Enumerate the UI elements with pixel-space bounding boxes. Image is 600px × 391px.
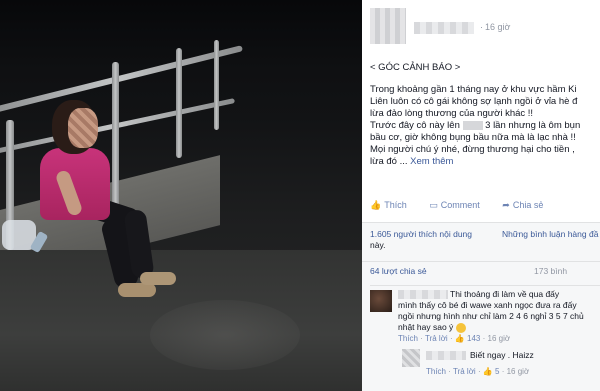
post-line: Trong khoảng gần 1 tháng nay ở khu vực h…: [370, 84, 577, 95]
photo-sandal: [118, 283, 156, 297]
author-avatar[interactable]: [370, 8, 406, 44]
globe-icon: ·: [480, 22, 483, 32]
like-button[interactable]: 👍 Thích: [370, 200, 417, 210]
post-line: Trước đây cô này lên 3 lần nhưng là ôm b…: [370, 120, 581, 131]
comment-meta: Thích · Trả lời · 👍 143 · 16 giờ: [398, 334, 511, 343]
post-line: bầu cơ, giờ không bụng bầu nữa mà là lạc…: [370, 132, 576, 143]
likes-summary[interactable]: 1.605 người thích nội dung này.: [370, 229, 490, 251]
comment-button[interactable]: ▭ Comment: [429, 200, 490, 210]
reply-meta: Thích · Trả lời · 👍 5 · 16 giờ: [426, 367, 530, 376]
commenter-avatar[interactable]: [370, 290, 392, 312]
photo-sandal: [140, 272, 176, 285]
photo-railing-post: [112, 62, 119, 212]
thumbs-up-icon: 👍: [482, 367, 493, 376]
reply-like-count[interactable]: 5: [495, 367, 499, 376]
replier-avatar[interactable]: [402, 349, 420, 367]
censored-word: [462, 120, 483, 130]
comment-like-link[interactable]: Thích: [398, 334, 418, 343]
post-line: lừa đó ... Xem thêm: [370, 156, 454, 167]
post-line: Mọi người chú ý nhé, đừng thương hại cho…: [370, 144, 575, 155]
comment-text: Thi thoảng đi làm về qua đấy mình thấy c…: [398, 289, 584, 333]
thumbs-up-icon: 👍: [370, 200, 382, 210]
post-photo[interactable]: [0, 0, 362, 391]
post-actions: 👍 Thích ▭ Comment ➦ Chia sẻ: [362, 200, 600, 218]
comment-order-selector[interactable]: Những bình luận hàng đầ: [502, 229, 600, 239]
comment-time[interactable]: 16 giờ: [488, 334, 511, 343]
comment: Thi thoảng đi làm về qua đấy mình thấy c…: [370, 285, 600, 345]
photo-railing-post: [214, 40, 219, 130]
photo-blurred-face: [68, 108, 98, 148]
feedback-section: 1.605 người thích nội dung này. Những bì…: [362, 222, 600, 391]
post-line: lừa đảo lòng thương của người khác !!: [370, 108, 534, 119]
reply-text: Biết ngay . Haizz: [470, 350, 534, 360]
share-button[interactable]: ➦ Chia sẻ: [502, 200, 553, 210]
author-name[interactable]: [414, 22, 474, 34]
shares-count-link[interactable]: 64 lượt chia sẻ: [370, 266, 427, 276]
photo-puddle: [150, 300, 300, 370]
post-text: < GÓC CẢNH BÁO > Trong khoảng gần 1 thán…: [370, 62, 600, 168]
comments-count: 173 bình: [534, 266, 568, 276]
post-line: Liên luôn có cô gái không sợ lạnh ngồi ở…: [370, 96, 578, 107]
post-sidebar: · 16 giờ < GÓC CẢNH BÁO > Trong khoảng gầ…: [362, 0, 600, 391]
comment-reply-link[interactable]: Trả lời: [425, 334, 448, 343]
post-header: · 16 giờ: [370, 8, 592, 46]
post-heading: < GÓC CẢNH BÁO >: [370, 62, 461, 73]
see-more-link[interactable]: Xem thêm: [410, 156, 453, 167]
reply-like-link[interactable]: Thích: [426, 367, 446, 376]
speech-bubble-icon: ▭: [429, 200, 438, 210]
thumbs-up-icon: 👍: [454, 334, 465, 343]
share-arrow-icon: ➦: [502, 200, 510, 210]
grin-emoji-icon: [455, 322, 466, 333]
comment-like-count[interactable]: 143: [467, 334, 480, 343]
reply-reply-link[interactable]: Trả lời: [453, 367, 476, 376]
shares-bar: 64 lượt chia sẻ 173 bình: [362, 261, 600, 279]
replier-name[interactable]: [426, 351, 466, 360]
comment-reply: Biết ngay . Haizz Thích · Trả lời · 👍 5 …: [402, 349, 600, 389]
post-timestamp[interactable]: · 16 giờ: [480, 22, 510, 32]
reply-time[interactable]: 16 giờ: [507, 367, 530, 376]
photo-railing-post: [176, 48, 182, 158]
